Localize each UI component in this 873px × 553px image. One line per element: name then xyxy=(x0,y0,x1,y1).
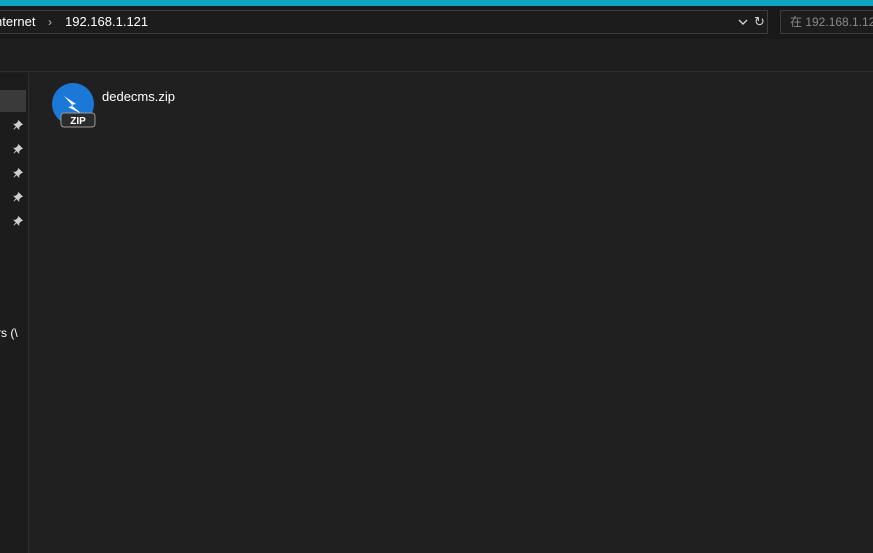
chevron-down-icon[interactable] xyxy=(736,15,750,29)
navigation-pane: rs (\ xyxy=(0,73,29,553)
breadcrumb-separator-icon[interactable]: › xyxy=(48,14,52,30)
breadcrumb-internet[interactable]: nternet xyxy=(0,14,35,30)
address-row: nternet › 192.168.1.121 ↻ 在 192.168.1.12… xyxy=(0,6,873,39)
search-box[interactable]: 在 192.168.1.121 xyxy=(780,10,873,34)
breadcrumb-host[interactable]: 192.168.1.121 xyxy=(65,14,148,30)
pin-icon[interactable] xyxy=(13,144,23,154)
address-bar[interactable]: nternet › 192.168.1.121 ↻ xyxy=(0,10,768,34)
refresh-icon[interactable]: ↻ xyxy=(754,14,768,30)
pin-icon[interactable] xyxy=(13,216,23,226)
bandizip-zip-icon: ZIP xyxy=(52,83,96,128)
pin-icon[interactable] xyxy=(13,120,23,130)
file-list: ZIP dedecms.zip xyxy=(30,73,873,553)
nav-item-network-location[interactable]: rs (\ xyxy=(0,326,18,341)
nav-item-selected[interactable] xyxy=(0,90,26,112)
command-bar xyxy=(0,39,873,72)
file-item[interactable]: ZIP dedecms.zip xyxy=(48,81,198,131)
pin-icon[interactable] xyxy=(13,192,23,202)
zip-badge: ZIP xyxy=(70,116,86,127)
pin-icon[interactable] xyxy=(13,168,23,178)
search-input[interactable]: 在 192.168.1.121 xyxy=(790,15,873,30)
file-name: dedecms.zip xyxy=(102,89,175,104)
